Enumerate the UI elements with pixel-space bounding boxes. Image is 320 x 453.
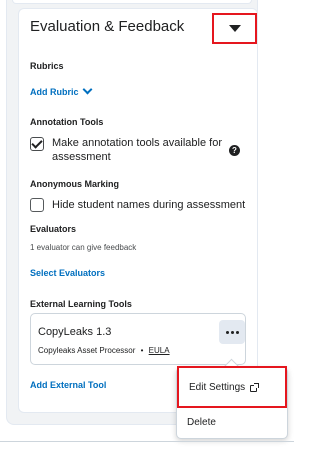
select-evaluators-link[interactable]: Select Evaluators — [30, 268, 105, 278]
evaluators-heading: Evaluators — [30, 224, 77, 234]
tool-processor: Copyleaks Asset Processor — [38, 346, 136, 355]
annotation-checkbox[interactable] — [30, 137, 44, 151]
evaluators-summary: 1 evaluator can give feedback — [30, 243, 137, 252]
external-tool-card — [30, 313, 246, 365]
checkmark-icon — [31, 137, 43, 149]
external-link-icon — [250, 382, 260, 392]
tool-name: CopyLeaks 1.3 — [38, 326, 112, 338]
chevron-down-icon — [82, 84, 92, 95]
delete-label: Delete — [187, 416, 216, 428]
eula-link[interactable]: EULA — [149, 346, 170, 355]
anonymous-checkbox-label: Hide student names during assessment — [52, 199, 246, 211]
delete-menu-item[interactable]: Delete — [177, 410, 287, 434]
caret-down-icon — [228, 25, 241, 32]
help-icon[interactable]: ? — [229, 145, 240, 156]
edit-settings-menu-item[interactable]: Edit Settings — [177, 366, 287, 408]
more-icon — [225, 330, 239, 334]
collapse-section-button[interactable] — [212, 13, 257, 44]
footer-divider — [0, 441, 294, 442]
annotation-label-line2: assessment — [52, 151, 111, 163]
previous-card-edge — [12, 0, 252, 4]
anonymous-checkbox[interactable] — [30, 198, 44, 212]
tool-separator: • — [140, 346, 144, 355]
section-title: Evaluation & Feedback — [30, 18, 185, 35]
tool-description: Copyleaks Asset Processor • EULA — [38, 346, 170, 355]
add-rubric-label: Add Rubric — [30, 87, 79, 97]
add-external-tool-link[interactable]: Add External Tool — [30, 380, 106, 390]
rubrics-heading: Rubrics — [30, 61, 64, 71]
annotation-label-line1: Make annotation tools available for — [52, 137, 222, 149]
more-options-button[interactable] — [219, 320, 245, 344]
external-tools-heading: External Learning Tools — [30, 299, 132, 309]
add-rubric-button[interactable]: Add Rubric — [30, 84, 92, 97]
anonymous-heading: Anonymous Marking — [30, 179, 120, 189]
annotation-heading: Annotation Tools — [30, 117, 104, 127]
annotation-checkbox-label: Make annotation tools available for asse… — [52, 136, 222, 164]
edit-settings-label: Edit Settings — [189, 381, 246, 393]
